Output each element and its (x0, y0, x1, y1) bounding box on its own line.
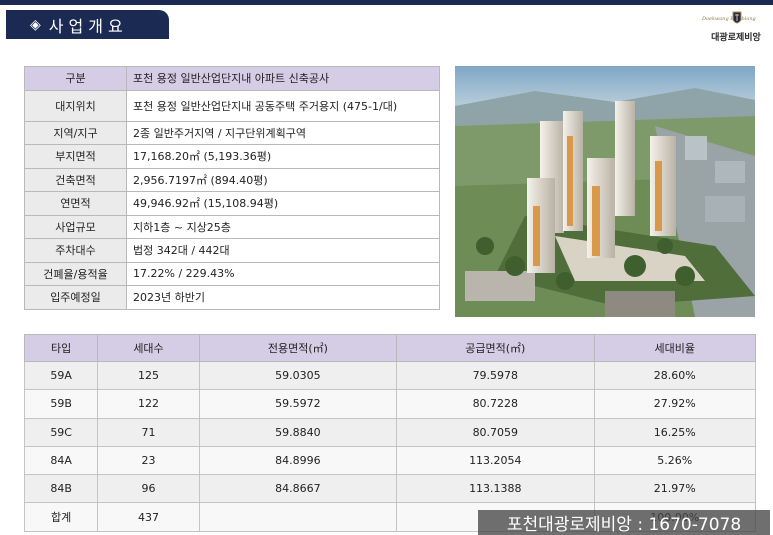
table-cell: 59C (23, 417, 99, 447)
table-cell: 21.97% (593, 474, 757, 504)
overview-label: 건폐율/용적율 (24, 261, 127, 286)
diamond-icon: ◈ (30, 16, 41, 33)
table-cell: 5.26% (593, 445, 757, 476)
table-cell (198, 502, 398, 532)
overview-label: 연면적 (24, 191, 127, 216)
overview-value: 지하1층 ~ 지상25층 (126, 214, 440, 239)
overview-label: 사업규모 (24, 214, 127, 239)
section-title: 사업개요 (48, 16, 128, 36)
complex-rendering-image (455, 66, 755, 317)
overview-row: 건폐율/용적율 17.22% / 229.43% (24, 261, 440, 286)
overview-label: 입주예정일 (24, 285, 127, 310)
table-cell: 84.8667 (198, 474, 398, 504)
overview-value: 포천 용정 일반산업단지내 공동주택 주거용지 (475-1/대) (126, 89, 440, 122)
overview-label: 부지면적 (24, 144, 127, 169)
overview-label: 건축면적 (24, 167, 127, 192)
column-header: 세대비율 (593, 334, 757, 362)
brand-name: 대광로제비앙 (711, 33, 761, 43)
unit-type-header-row: 타입 세대수 전용면적(㎡) 공급면적(㎡) 세대비율 (23, 334, 757, 362)
overview-value: 49,946.92㎡ (15,108.94평) (126, 191, 440, 216)
table-row: 59C 71 59.8840 80.7059 16.25% (23, 417, 757, 447)
table-cell: 437 (97, 502, 200, 532)
overview-head-row: 구분 포천 용정 일반산업단지내 아파트 신축공사 (24, 66, 440, 91)
overview-table: 구분 포천 용정 일반산업단지내 아파트 신축공사 대지위치 포천 용정 일반산업… (24, 66, 440, 310)
overview-row: 사업규모 지하1층 ~ 지상25층 (24, 214, 440, 239)
brand-logo: Daekwang Rojebiang 대광로제비앙 (700, 8, 772, 44)
table-cell: 59B (23, 389, 99, 419)
column-header: 공급면적(㎡) (396, 334, 595, 362)
table-cell: 28.60% (593, 360, 757, 391)
table-row: 59A 125 59.0305 79.5978 28.60% (23, 360, 757, 391)
table-cell: 84A (23, 445, 99, 476)
overview-head-label: 구분 (24, 66, 127, 91)
overview-value: 법정 342대 / 442대 (126, 238, 440, 263)
overview-row: 입주예정일 2023년 하반기 (24, 285, 440, 310)
table-cell: 80.7059 (396, 417, 595, 447)
overview-row: 대지위치 포천 용정 일반산업단지내 공동주택 주거용지 (475-1/대) (24, 89, 440, 122)
overview-row: 건축면적 2,956.7197㎡ (894.40평) (24, 167, 440, 192)
column-header: 세대수 (97, 334, 200, 362)
crest-icon (732, 11, 742, 24)
table-cell: 84.8996 (198, 445, 398, 476)
overview-label: 대지위치 (24, 89, 127, 122)
overview-value: 2종 일반주거지역 / 지구단위계획구역 (126, 120, 440, 145)
table-cell: 59.0305 (198, 360, 398, 391)
table-cell: 합계 (23, 502, 99, 532)
complex-rendering (455, 66, 755, 317)
table-row: 84B 96 84.8667 113.1388 21.97% (23, 474, 757, 504)
table-cell: 84B (23, 474, 99, 504)
table-cell: 96 (97, 474, 200, 504)
overview-label: 지역/지구 (24, 120, 127, 145)
table-row: 84A 23 84.8996 113.2054 5.26% (23, 445, 757, 476)
section-header: ◈ 사업개요 (6, 10, 169, 39)
overview-label: 주차대수 (24, 238, 127, 263)
column-header: 타입 (23, 334, 99, 362)
contact-banner: 포천대광로제비앙 : 1670-7078 (478, 510, 770, 535)
overview-row: 부지면적 17,168.20㎡ (5,193.36평) (24, 144, 440, 169)
table-cell: 59.8840 (198, 417, 398, 447)
table-cell: 59A (23, 360, 99, 391)
table-row: 59B 122 59.5972 80.7228 27.92% (23, 389, 757, 419)
overview-row: 지역/지구 2종 일반주거지역 / 지구단위계획구역 (24, 120, 440, 145)
table-cell: 113.1388 (396, 474, 595, 504)
table-cell: 23 (97, 445, 200, 476)
overview-head-value: 포천 용정 일반산업단지내 아파트 신축공사 (126, 66, 440, 91)
unit-type-table: 타입 세대수 전용면적(㎡) 공급면적(㎡) 세대비율 59A 125 59.0… (23, 334, 757, 532)
overview-value: 17.22% / 229.43% (126, 261, 440, 286)
overview-value: 2,956.7197㎡ (894.40평) (126, 167, 440, 192)
table-cell: 27.92% (593, 389, 757, 419)
table-cell: 71 (97, 417, 200, 447)
top-accent-line (0, 0, 773, 5)
brand-script: Daekwang Rojebiang (702, 16, 756, 22)
overview-row: 주차대수 법정 342대 / 442대 (24, 238, 440, 263)
column-header: 전용면적(㎡) (198, 334, 398, 362)
overview-row: 연면적 49,946.92㎡ (15,108.94평) (24, 191, 440, 216)
table-cell: 122 (97, 389, 200, 419)
overview-value: 2023년 하반기 (126, 285, 440, 310)
table-cell: 125 (97, 360, 200, 391)
overview-value: 17,168.20㎡ (5,193.36평) (126, 144, 440, 169)
table-cell: 113.2054 (396, 445, 595, 476)
table-cell: 80.7228 (396, 389, 595, 419)
table-cell: 16.25% (593, 417, 757, 447)
table-cell: 59.5972 (198, 389, 398, 419)
table-cell: 79.5978 (396, 360, 595, 391)
